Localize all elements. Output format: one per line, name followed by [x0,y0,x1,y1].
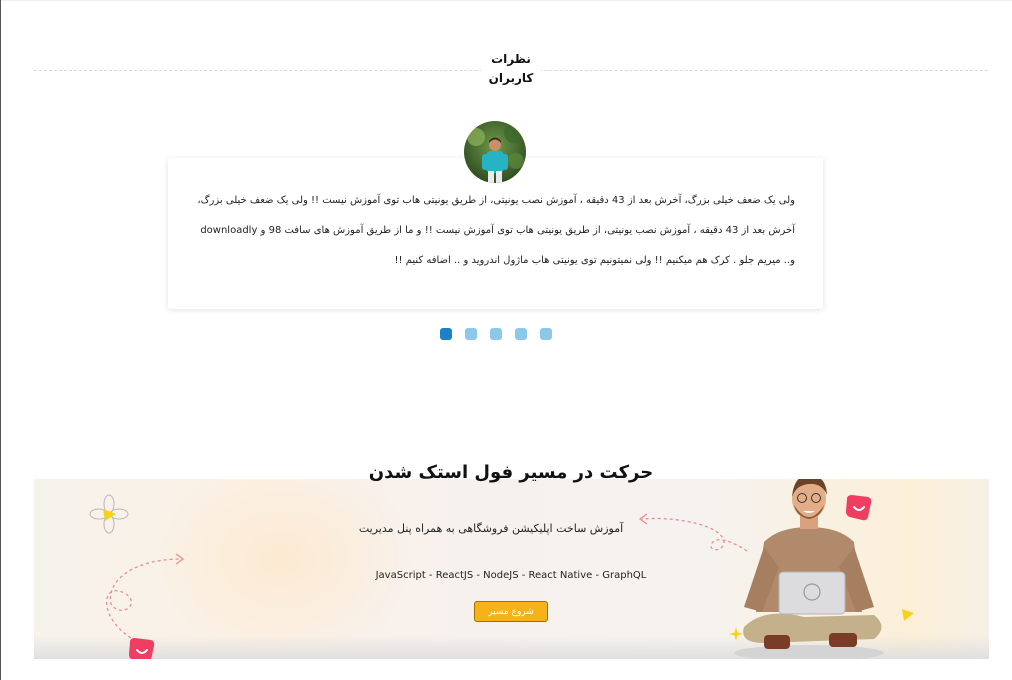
banner-tech-list: JavaScript - ReactJS - NodeJS - React Na… [375,570,647,581]
carousel-dot-5[interactable] [540,328,552,340]
section-title-line2: کاربران [488,71,534,85]
section-title: نظرات کاربران [481,50,541,88]
banner-title: حرکت در مسیر فول استک شدن [368,462,654,483]
heart-badge-icon [129,638,155,659]
flower-icon [89,494,129,534]
carousel-dot-1[interactable] [440,328,452,340]
carousel-pagination [440,328,552,340]
heart-badge-icon [846,495,872,521]
carousel-dot-4[interactable] [515,328,527,340]
banner-subtitle: آموزش ساخت اپلیکیشن فروشگاهی به همراه پن… [358,522,624,535]
carousel-dot-3[interactable] [490,328,502,340]
top-divider [1,0,1012,1]
course-banner [34,479,989,659]
start-path-button[interactable]: شروع مسیر [474,601,548,622]
user-avatar [464,121,526,183]
testimonial-quote: ولی یک ضعف خیلی بزرگ، آخرش بعد از 43 دقی… [197,195,795,266]
section-title-line1: نظرات [491,52,531,66]
star-icon [902,609,914,621]
carousel-dot-2[interactable] [465,328,477,340]
page: نظرات کاربران ولی یک ضعف خیلی بزرگ، آخرش… [0,0,1012,680]
star-icon [729,627,743,641]
arrow-decoration-icon [106,553,185,642]
